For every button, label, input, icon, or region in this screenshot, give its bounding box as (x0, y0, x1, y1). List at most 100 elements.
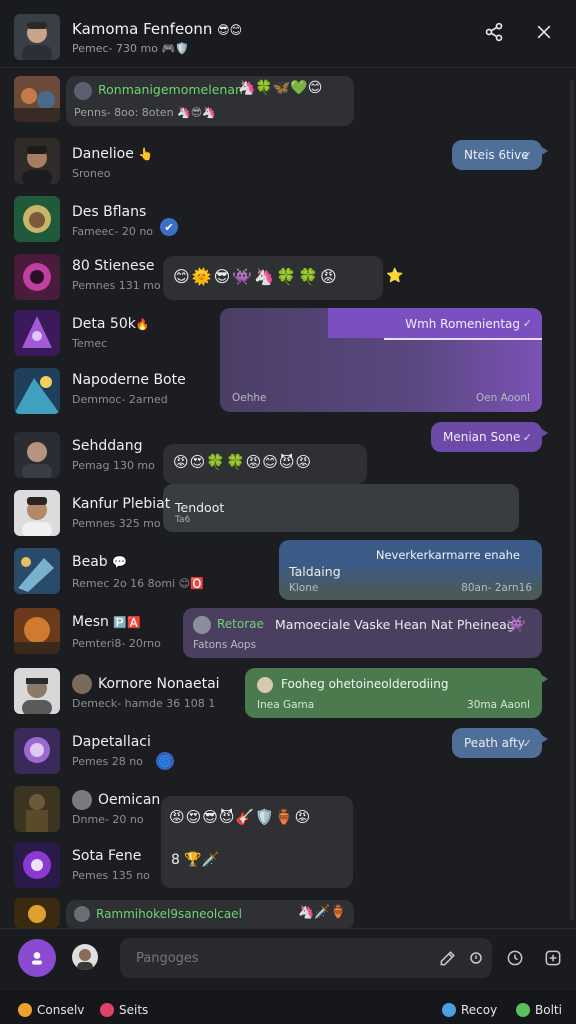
contact-status: Pemes 28 no (72, 755, 143, 768)
chat-subtitle: Pemec- 730 mo 🎮🛡️ (72, 42, 189, 55)
contact-status: Pemes 135 no (72, 869, 150, 882)
message-header: Neverkerkarmarre enahe (375, 548, 520, 562)
chat-row-1[interactable]: Danelioe 👆 Sroneo Nteis 6tive ✓ (0, 138, 576, 188)
mic-button[interactable] (464, 946, 488, 970)
chat-row-5[interactable]: Napoderne Bote Demmoc- 2arned (0, 368, 576, 418)
chat-header: Kamoma Fenfeonn 😎😊 Pemec- 730 mo 🎮🛡️ (0, 0, 576, 68)
pencil-button[interactable] (436, 946, 460, 970)
message-text: Wmh Romenientag (405, 317, 520, 331)
outgoing-bubble[interactable]: Fooheg ohetoineolderodiing Inea Gama 30m… (245, 668, 548, 718)
avatar (14, 728, 60, 774)
message-text: Fooheg ohetoineolderodiing (281, 677, 449, 691)
read-tick-icon: ✓ (522, 149, 532, 162)
emoji-bubble[interactable]: 😡😍🍀🍀😡😊😈😡 (163, 444, 367, 484)
contact-status: Fameec- 20 no (72, 225, 154, 238)
avatar (14, 608, 60, 654)
mini-avatar (74, 906, 90, 922)
mic-icon (470, 952, 482, 964)
avatar (14, 548, 60, 594)
mini-avatar (74, 82, 92, 100)
add-icon (545, 950, 561, 966)
contact-name: Deta 50k🔥 (72, 316, 150, 332)
contact-name: 80 Stienese (72, 258, 155, 274)
circle-icon (516, 1003, 530, 1017)
message-bubble[interactable]: Rammihokel9saneolcael 🦄🗡️🏺 (66, 900, 354, 930)
circle-icon (18, 1003, 32, 1017)
message-sub: Klone (289, 582, 319, 594)
subtitle-emoji: 🎮🛡️ (161, 42, 189, 55)
chat-row-0[interactable]: Ronmanigemomelenan 🦄🍀🦋💚😊 Penns- 8oo: 8ot… (0, 76, 576, 128)
avatar (14, 76, 60, 122)
add-button[interactable] (541, 946, 565, 970)
chat-row-14[interactable]: Sota Fene Pemes 135 no (0, 842, 576, 892)
chat-row-8[interactable]: Kanfur Plebiat Pemnes 325 mo (0, 490, 576, 540)
emoji-button[interactable] (503, 946, 527, 970)
chat-row-12[interactable]: Dapetallaci Pemes 28 no 🌀 Peath afty ✓ (0, 728, 576, 778)
avatar (14, 786, 60, 832)
mini-avatar (72, 790, 92, 810)
contact-name: Sehddang (72, 438, 143, 454)
emoji-icon (507, 950, 523, 966)
scrollbar[interactable] (570, 80, 574, 920)
avatar (14, 196, 60, 242)
emoji-bubble[interactable]: 😊🌞😎👾🦄🍀🍀😡 (163, 256, 383, 300)
contact-status: Pemnes 325 mo (72, 517, 161, 530)
emoji-reactions: 🦄🗡️🏺 (298, 905, 347, 920)
contact-name: Dapetallaci (72, 734, 151, 750)
avatar (14, 368, 60, 414)
contact-status: Demeck- hamde 36 108 1 (72, 697, 216, 710)
avatar (14, 668, 60, 714)
incoming-bubble[interactable]: Neverkerkarmarre enahe Taldaing Klone 80… (279, 540, 542, 600)
contact-name: Kornore Nonaetai (98, 676, 220, 692)
message-time: 30ma Aaonl (467, 699, 530, 711)
emoji-reactions: 😊🌞😎👾🦄🍀🍀😡 (173, 267, 339, 286)
contact-status: Demmoc- 2arned (72, 393, 168, 406)
avatar (14, 432, 60, 478)
circle-icon (100, 1003, 114, 1017)
sender-name: Ronmanigemomelenan (98, 82, 243, 97)
mini-avatar (193, 616, 211, 634)
person-icon (32, 952, 42, 965)
chat-row-10[interactable]: Mesn 🅿️🅰️ Pemteri8- 20rno Retorae Mamoec… (0, 608, 576, 658)
attach-button[interactable] (18, 939, 56, 977)
footer-item-left2[interactable]: Seits (100, 1003, 148, 1017)
close-button[interactable] (530, 18, 558, 46)
star-icon: ⭐ (386, 268, 404, 284)
emoji-reactions: 😡😍😎😈🎸🛡️🏺😡 (169, 808, 312, 826)
message-meta: Penns- 8oo: 8oten 🦄😎🦄 (74, 106, 216, 119)
chat-row-15[interactable]: Rammihokel9saneolcael 🦄🗡️🏺 (0, 898, 576, 930)
message-bubble[interactable]: Ronmanigemomelenan 🦄🍀🦋💚😊 Penns- 8oo: 8ot… (66, 76, 354, 126)
avatar (14, 254, 60, 300)
message-text: Mamoeciale Vaske Hean Nat Pheineag (275, 617, 515, 632)
read-tick-icon: ✓ (522, 317, 532, 330)
header-avatar[interactable] (14, 14, 60, 60)
contact-name: Danelioe 👆 (72, 146, 154, 162)
circle-icon (442, 1003, 456, 1017)
contact-name: Mesn 🅿️🅰️ (72, 614, 141, 630)
footer-item-right1[interactable]: Recoy (442, 1003, 497, 1017)
chat-row-3[interactable]: 80 Stienese Pemnes 131 mo 😊🌞😎👾🦄🍀🍀😡 ⭐ (0, 254, 576, 304)
sender-name: Rammihokel9saneolcael (96, 907, 242, 921)
chat-row-7[interactable]: Sehddang Pemag 130 mo 😡😍🍀🍀😡😊😈😡 (0, 432, 576, 484)
emoji-reactions: 😡😍🍀🍀😡😊😈😡 (173, 453, 313, 471)
footer-item-right2[interactable]: Bolti (516, 1003, 562, 1017)
bubble-divider (384, 338, 542, 340)
mini-avatar (257, 677, 273, 693)
contact-status: Sroneo (72, 167, 111, 180)
contact-name: Kanfur Plebiat (72, 496, 171, 512)
footer-item-left1[interactable]: Conselv (18, 1003, 84, 1017)
chat-row-11[interactable]: Kornore Nonaetai Demeck- hamde 36 108 1 … (0, 668, 576, 718)
chat-row-2[interactable]: Des Bflans Fameec- 20 no ✔ (0, 196, 576, 246)
message-meta: Inea Gama (257, 699, 315, 711)
user-avatar[interactable] (72, 944, 98, 970)
reaction-emoji: 👾 (507, 615, 526, 633)
message-bubble[interactable]: Retorae Mamoeciale Vaske Hean Nat Pheine… (183, 608, 542, 658)
outgoing-bubble[interactable]: Peath afty ✓ (452, 728, 548, 758)
message-text: Taldaing (289, 564, 341, 579)
contact-name: Des Bflans (72, 204, 147, 220)
share-button[interactable] (480, 18, 508, 46)
avatar (14, 898, 60, 928)
outgoing-bubble[interactable]: Nteis 6tive ✓ (452, 140, 548, 170)
mini-avatar (72, 674, 92, 694)
title-emoji: 😎😊 (217, 23, 243, 37)
